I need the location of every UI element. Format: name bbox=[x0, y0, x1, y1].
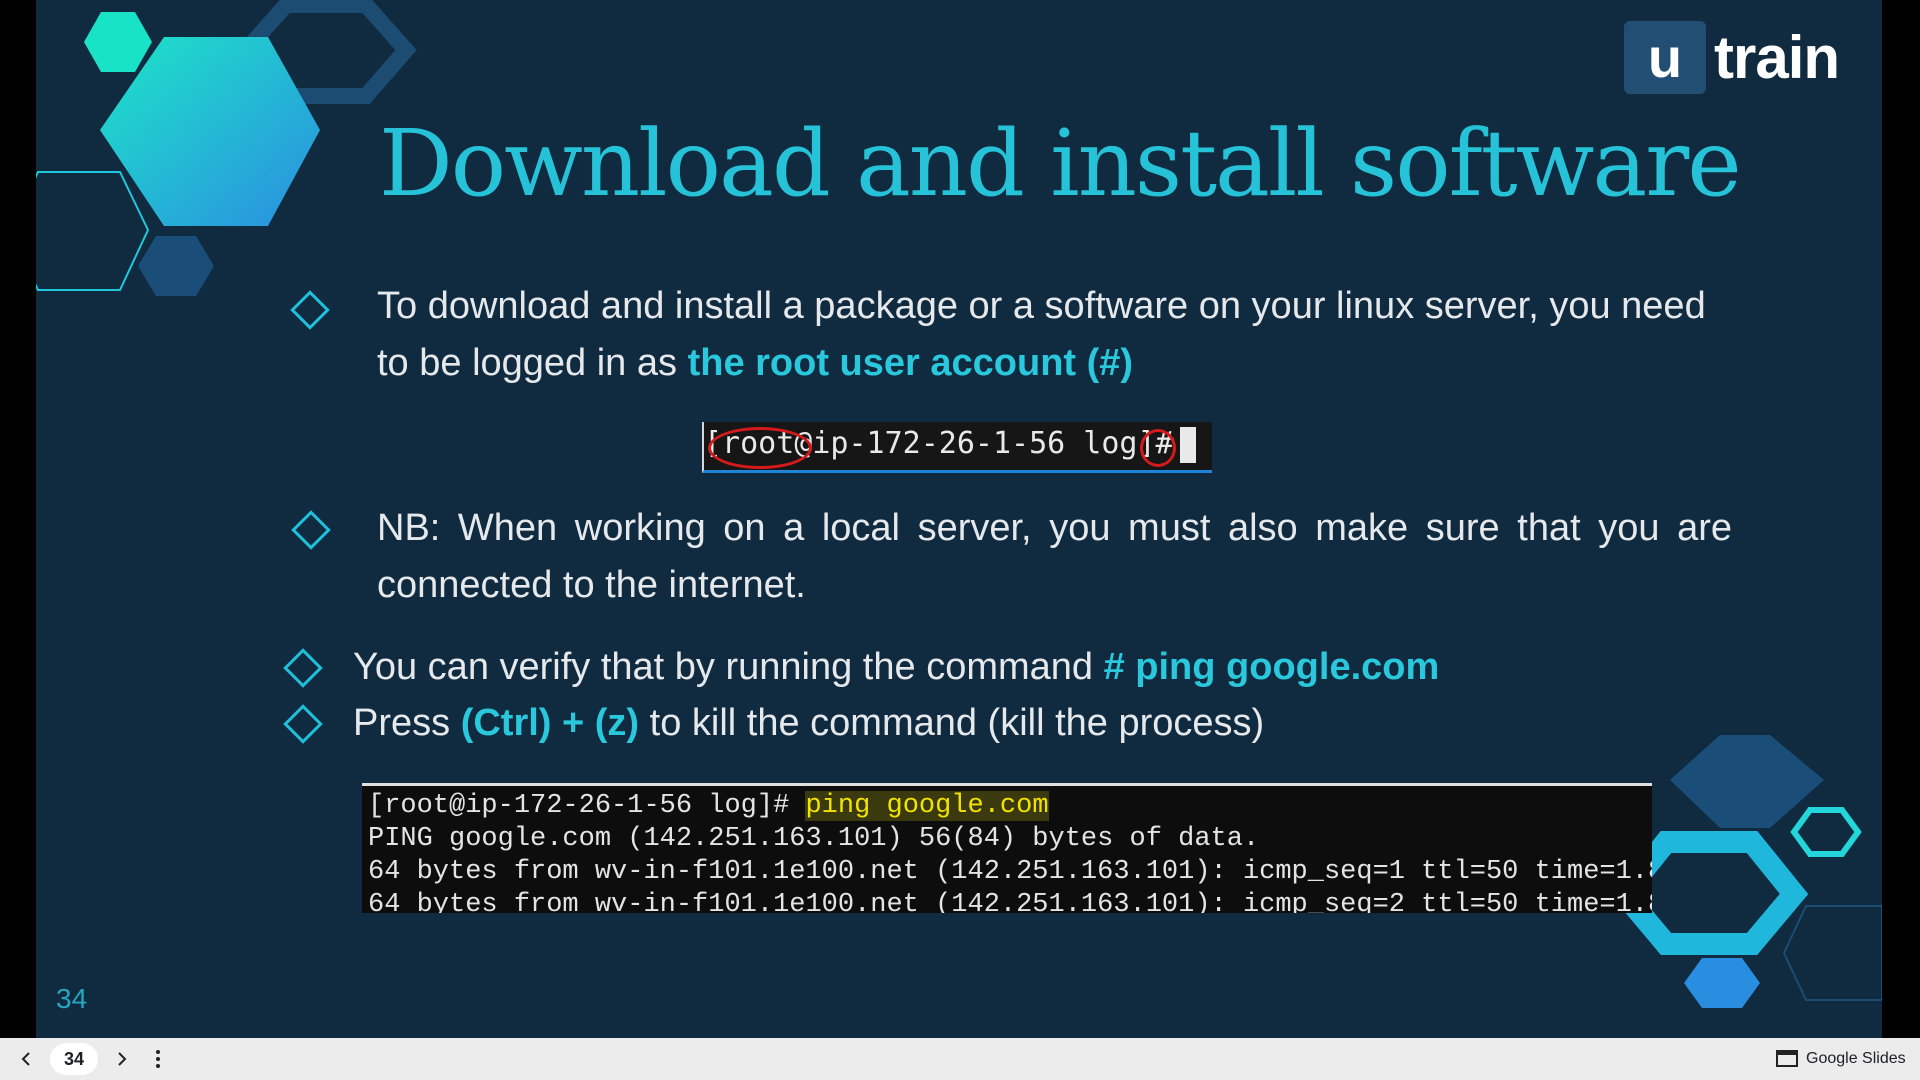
google-slides-link[interactable]: Google Slides bbox=[1806, 1050, 1906, 1068]
hexagon-shape bbox=[1790, 807, 1862, 857]
screen-icon bbox=[1776, 1050, 1798, 1067]
terminal-line: 64 bytes from wv-in-f101.1e100.net (142.… bbox=[368, 857, 1652, 887]
terminal-line: 64 bytes from wv-in-f101.1e100.net (142.… bbox=[368, 890, 1652, 913]
slide-number: 34 bbox=[56, 983, 88, 1014]
slide-title: Download and install software bbox=[379, 110, 1742, 217]
page-number-box[interactable]: 34 bbox=[50, 1043, 98, 1075]
ping-output-screenshot: [root@ip-172-26-1-56 log]# ping google.c… bbox=[362, 783, 1652, 913]
hexagon-shape bbox=[1782, 905, 1882, 1001]
red-circle-annotation bbox=[1140, 429, 1176, 467]
hexagon-shape bbox=[84, 12, 152, 72]
bullet-text: You can verify that by running the comma… bbox=[353, 646, 1104, 688]
bullet-highlight: the root user account (#) bbox=[687, 342, 1134, 384]
bullet-text: to kill the command (kill the process) bbox=[639, 702, 1265, 744]
root-prompt-screenshot: [root@ip-172-26-1-56 log]# bbox=[702, 422, 1212, 473]
terminal-line: [root@ip-172-26-1-56 log]# ping google.c… bbox=[368, 790, 1652, 823]
hexagon-shape bbox=[36, 171, 150, 291]
bullet-ping-verify: You can verify that by running the comma… bbox=[353, 639, 1753, 696]
logo-wordmark: train bbox=[1714, 24, 1840, 91]
terminal-line: PING google.com (142.251.163.101) 56(84)… bbox=[368, 824, 1260, 854]
hexagon-shape bbox=[1684, 958, 1760, 1008]
bullet-local-server-note: NB: When working on a local server, you … bbox=[377, 507, 1732, 606]
logo-mark: u bbox=[1624, 21, 1706, 94]
red-circle-annotation bbox=[708, 427, 812, 469]
bullet-root-requirement: To download and install a package or a s… bbox=[377, 278, 1737, 392]
hexagon-shape bbox=[138, 236, 214, 296]
bullet-highlight: (Ctrl) + (z) bbox=[460, 702, 640, 744]
utrain-logo: u train bbox=[1624, 21, 1840, 94]
terminal-command: ping google.com bbox=[805, 791, 1049, 821]
chevron-right-icon[interactable] bbox=[112, 1050, 130, 1068]
terminal-cursor bbox=[1179, 426, 1196, 463]
bullet-kill-process: Press (Ctrl) + (z) to kill the command (… bbox=[353, 695, 1753, 752]
terminal-prompt: [root@ip-172-26-1-56 log]# bbox=[368, 791, 806, 821]
slide-canvas: u train Download and install software To… bbox=[36, 0, 1882, 1038]
more-vert-icon[interactable] bbox=[148, 1048, 168, 1070]
presentation-toolbar: 34 Google Slides bbox=[0, 1038, 1920, 1080]
chevron-left-icon[interactable] bbox=[18, 1050, 36, 1068]
bullet-highlight: # ping google.com bbox=[1103, 646, 1440, 688]
bullet-text: Press bbox=[353, 702, 461, 744]
prompt-host: @ip-172-26-1-56 log] bbox=[794, 426, 1156, 461]
